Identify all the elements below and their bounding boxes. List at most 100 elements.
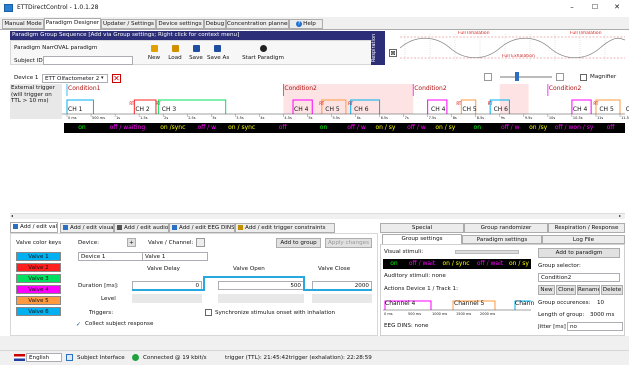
timeline-tick: 6.5s xyxy=(380,116,388,120)
valve-key-4: Valve 4 xyxy=(16,285,61,294)
mini-channel-label: Channel 5 xyxy=(454,300,485,307)
jitter-combo[interactable]: no xyxy=(567,322,623,331)
channel-icon[interactable] xyxy=(196,238,205,247)
timeline-tick: 9s xyxy=(500,116,505,120)
occurences-label: Group occurences: xyxy=(538,300,591,306)
level-field-2[interactable] xyxy=(218,294,304,303)
save-button-label: Save xyxy=(189,55,203,61)
eeg-dins-label: EEG DINS: none xyxy=(384,323,429,329)
level-field-3[interactable] xyxy=(312,294,372,303)
full-exhalation-label: Full Exhalation xyxy=(502,54,535,59)
left-tab-0[interactable]: Add / edit valve xyxy=(10,222,58,233)
menu-tab-paradigm-designer[interactable]: Paradigm Designer xyxy=(44,18,101,29)
external-trigger-label: External trigger (will trigger on TTL > … xyxy=(10,84,62,119)
left-tab-1[interactable]: Add / edit visuals xyxy=(60,223,114,233)
menu-tab-label: Updater / Settings xyxy=(103,21,154,27)
timeline-tick: 1s xyxy=(116,116,121,120)
right-tab-2[interactable]: Respiration / Response xyxy=(548,223,625,233)
visual-segment: on xyxy=(390,260,398,267)
channel-label: CH 4 xyxy=(431,106,446,113)
menu-tab-debug[interactable]: Debug xyxy=(204,19,226,29)
channel-label: CH 5 xyxy=(462,106,477,113)
left-tab-4[interactable]: Add / edit trigger constraints xyxy=(235,223,335,233)
add-to-paradigm-button[interactable]: Add to paradigm xyxy=(538,248,620,258)
scroll-right-arrow[interactable]: ▸ xyxy=(619,214,623,218)
close-button[interactable]: ✕ xyxy=(611,3,623,13)
zoom-slider-thumb[interactable] xyxy=(515,72,519,81)
timeline-tick: 11s xyxy=(596,116,604,120)
new-icon xyxy=(150,45,158,52)
timeline-tick: 2s xyxy=(164,116,169,120)
add-to-group-button[interactable]: Add to group xyxy=(276,238,321,248)
stimulus-segment: on / sync xyxy=(228,124,256,131)
add-device-button[interactable]: + xyxy=(127,238,136,247)
maximize-button[interactable]: ☐ xyxy=(589,3,601,13)
level-field-1[interactable] xyxy=(132,294,202,303)
left-tab-3[interactable]: Add / edit EEG DINS xyxy=(169,223,235,233)
save-icon xyxy=(192,45,200,52)
right-tab-label: Group randomizer xyxy=(480,225,532,231)
zoom-minus-icon[interactable] xyxy=(484,73,492,81)
channel-label: CH 6 xyxy=(354,106,369,113)
group-selector-combo[interactable]: Condition2 xyxy=(538,273,620,282)
subject-interface-label: Subject Interface xyxy=(77,355,125,361)
group-visual-bar: on off / wait on / sync off / wait on / sy xyxy=(383,259,531,269)
mini-tick: 2000 ms xyxy=(480,312,496,316)
menu-tab-device-settings[interactable]: Device settings xyxy=(156,19,204,29)
stimulus-segment: off / won / sy xyxy=(554,124,594,131)
menu-tab-concentration-planner[interactable]: Concentration planner xyxy=(226,19,289,29)
subject-id-input[interactable] xyxy=(43,56,133,65)
clone-group-button[interactable]: Clone xyxy=(556,285,576,295)
valve-channel-combo[interactable]: Valve 1 xyxy=(142,252,208,261)
valve-key-5: Valve 5 xyxy=(16,296,61,305)
save-button[interactable]: Save xyxy=(186,44,206,66)
menu-tab-help[interactable]: ? Help xyxy=(289,19,323,29)
timeline-tick: 5s xyxy=(308,116,313,120)
subject-interface-icon xyxy=(66,354,73,361)
stimulus-segment: on /sync xyxy=(160,124,186,131)
visual-zoom-slider[interactable] xyxy=(455,250,519,254)
timeline-tick: 500 ms xyxy=(92,116,106,120)
respiration-reset-icon[interactable]: ⊠ xyxy=(389,49,397,57)
right-tab-0[interactable]: Special xyxy=(380,223,464,233)
channel-label: CH 5 xyxy=(325,106,340,113)
new-group-button[interactable]: New xyxy=(538,285,555,295)
visual-segment: off / wait xyxy=(408,260,436,267)
device-select[interactable]: ETT Olfactometer 2 xyxy=(42,74,108,83)
menu-tab-updater-settings[interactable]: Updater / Settings xyxy=(101,19,156,29)
window-title: ETTDirectControl - 1.0.1.28 xyxy=(17,4,99,11)
chevron-down-icon: ▾ xyxy=(101,75,104,81)
menu-tab-manual-mode[interactable]: Manual Mode xyxy=(2,19,44,29)
menu-tab-label: Manual Mode xyxy=(4,21,42,27)
language-select[interactable]: English xyxy=(26,353,62,362)
tab-icon xyxy=(172,225,177,230)
right-tab-1[interactable]: Group randomizer xyxy=(464,223,548,233)
log-file-tab[interactable]: Log File xyxy=(542,235,625,244)
apply-changes-button[interactable]: Apply changes xyxy=(325,238,372,248)
visual-segment: on / sy xyxy=(509,260,529,267)
stimulus-segment: off / waiting xyxy=(109,124,146,131)
minimize-button[interactable]: – xyxy=(566,3,578,13)
valve-delay-header: Valve Delay xyxy=(147,266,180,272)
group-settings-tab[interactable]: Group settings xyxy=(382,234,462,244)
paradigm-settings-tab[interactable]: Paradigm settings xyxy=(462,235,542,244)
app-icon xyxy=(4,4,13,12)
left-tab-2[interactable]: Add / edit audio xyxy=(114,223,169,233)
load-button[interactable]: Load xyxy=(165,44,185,66)
remove-device-icon[interactable]: ✕ xyxy=(112,74,121,83)
magnifier-checkbox[interactable] xyxy=(580,74,587,81)
timeline-scrollbar[interactable] xyxy=(10,213,625,219)
collect-response-checkbox[interactable]: ✓ xyxy=(76,321,83,328)
delete-group-button[interactable]: Delete xyxy=(601,285,623,295)
sync-checkbox[interactable] xyxy=(205,309,212,316)
tab-icon xyxy=(13,224,18,229)
zoom-plus-icon[interactable] xyxy=(556,73,564,81)
save-as-button[interactable]: Save As xyxy=(207,44,229,66)
tab-label: Add / edit EEG DINS xyxy=(179,225,235,231)
zoom-slider[interactable] xyxy=(500,76,552,78)
start-paradigm-button[interactable]: Start Paradigm xyxy=(238,44,288,66)
new-button[interactable]: New xyxy=(144,44,164,66)
tab-label: Add / edit visuals xyxy=(70,225,114,231)
rename-group-button[interactable]: Rename xyxy=(577,285,600,295)
scroll-left-arrow[interactable]: ◂ xyxy=(11,214,15,218)
